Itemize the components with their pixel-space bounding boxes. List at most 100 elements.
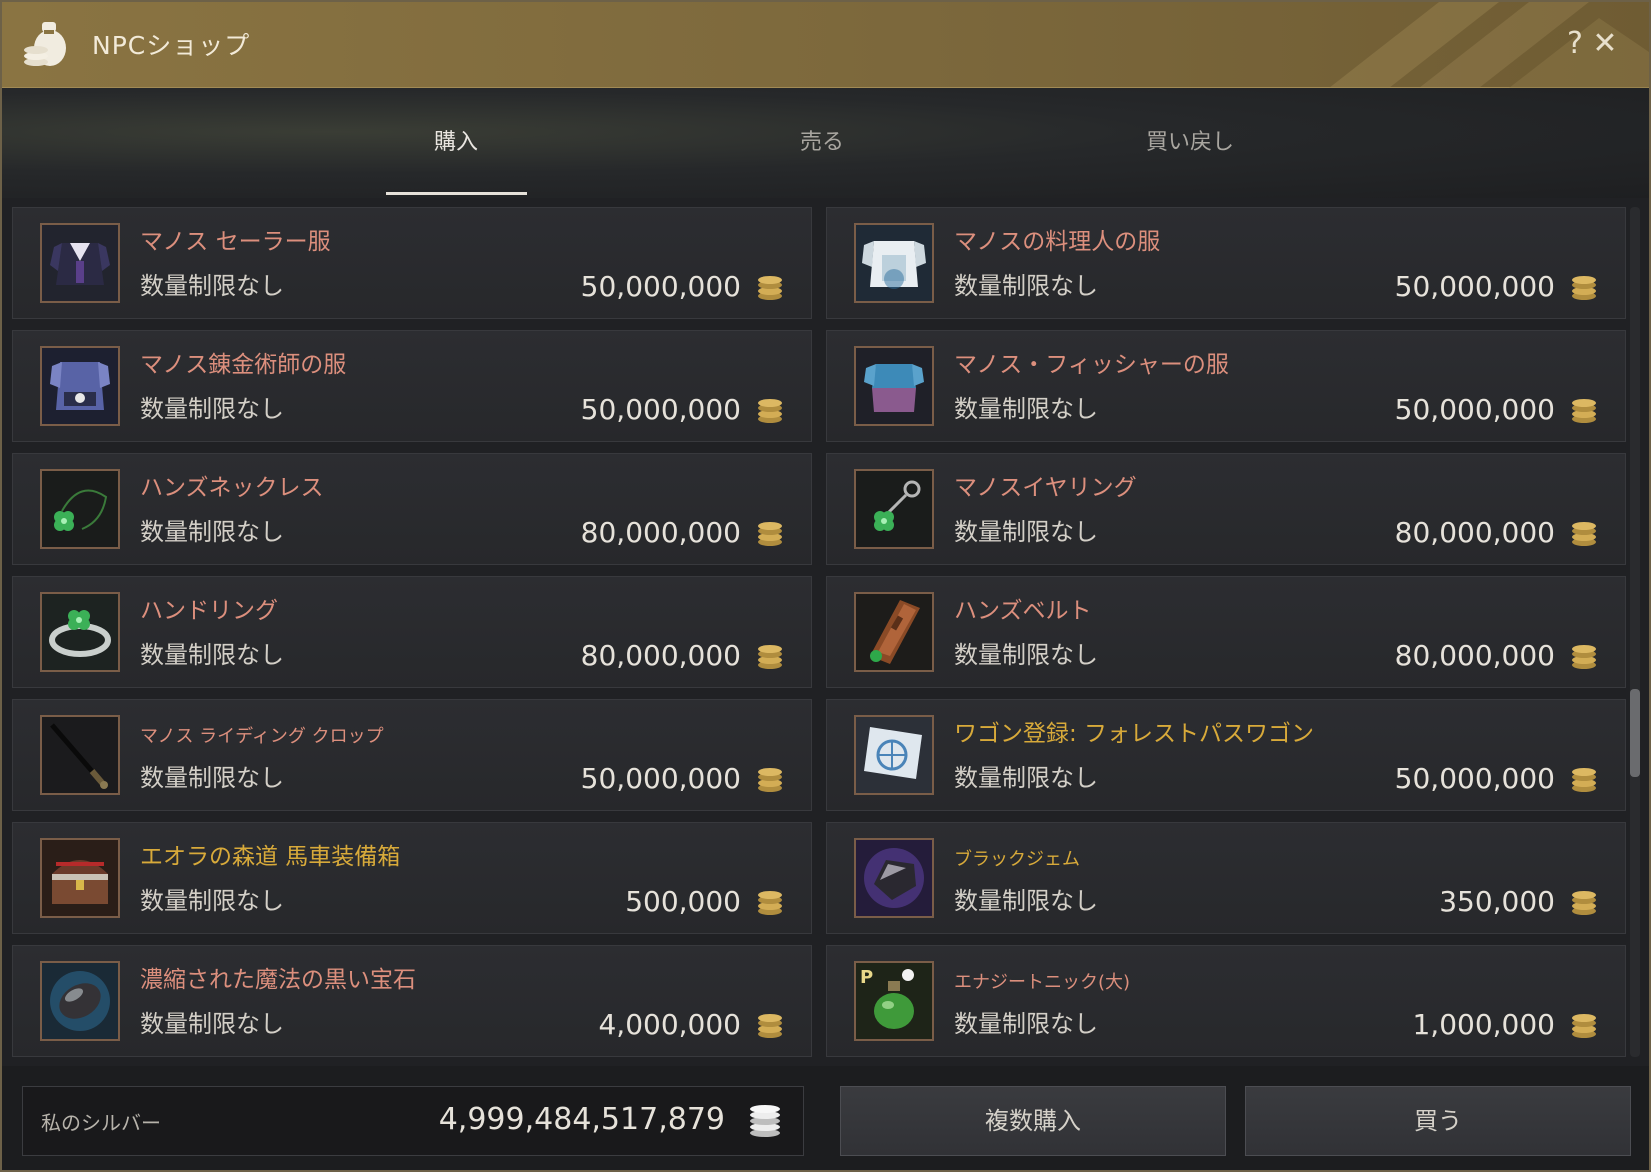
item-limit: 数量制限なし — [140, 395, 284, 423]
item-icon-frame — [40, 715, 120, 795]
item-name: 濃縮された魔法の黒い宝石 — [140, 967, 416, 993]
item-price: 500,000 — [625, 885, 741, 918]
shop-item[interactable]: マノスイヤリング 数量制限なし 80,000,000 — [826, 453, 1626, 565]
item-icon-frame — [40, 346, 120, 426]
my-silver-label: 私のシルバー — [41, 1111, 161, 1135]
item-name: ブラックジェム — [954, 849, 1080, 870]
shop-item[interactable]: ハンズネックレス 数量制限なし 80,000,000 — [12, 453, 812, 565]
sailor-outfit-icon — [42, 225, 118, 301]
cook-outfit-icon — [856, 225, 932, 301]
item-limit: 数量制限なし — [140, 641, 284, 669]
shop-footer: 私のシルバー 4,999,484,517,879 複数購入 買う — [2, 1066, 1649, 1170]
shop-item[interactable]: マノス セーラー服 数量制限なし 50,000,000 — [12, 207, 812, 319]
money-bag-icon — [24, 22, 66, 66]
item-limit: 数量制限なし — [140, 518, 284, 546]
item-name: ハンドリング — [140, 598, 278, 624]
item-name: マノス ライディング クロップ — [140, 726, 384, 747]
shop-item[interactable]: ハンズベルト 数量制限なし 80,000,000 — [826, 576, 1626, 688]
shop-item[interactable]: マノス ライディング クロップ 数量制限なし 50,000,000 — [12, 699, 812, 811]
item-limit: 数量制限なし — [140, 272, 284, 300]
alchemist-outfit-icon — [42, 348, 118, 424]
silver-coin-icon — [758, 891, 782, 915]
tab-bar: 購入 売る 買い戻し — [2, 88, 1649, 198]
item-icon-frame — [40, 469, 120, 549]
silver-coin-icon — [1572, 276, 1596, 300]
fisher-outfit-icon — [856, 348, 932, 424]
concentrated-black-stone-icon — [42, 963, 118, 1039]
shop-item[interactable]: 濃縮された魔法の黒い宝石 数量制限なし 4,000,000 — [12, 945, 812, 1057]
item-limit: 数量制限なし — [954, 272, 1098, 300]
tab-buyback[interactable]: 買い戻し — [1080, 124, 1300, 156]
title-bar[interactable]: NPCショップ ? ✕ — [2, 2, 1649, 88]
item-price: 80,000,000 — [1394, 516, 1555, 549]
silver-coin-icon — [758, 276, 782, 300]
item-limit: 数量制限なし — [954, 518, 1098, 546]
silver-coin-icon — [758, 522, 782, 546]
item-icon-frame: P — [854, 961, 934, 1041]
shop-item[interactable]: マノス・フィッシャーの服 数量制限なし 50,000,000 — [826, 330, 1626, 442]
bulk-buy-button[interactable]: 複数購入 — [840, 1086, 1226, 1156]
riding-crop-icon — [42, 717, 118, 793]
silver-stack-icon — [750, 1105, 780, 1137]
item-limit: 数量制限なし — [140, 1010, 284, 1038]
necklace-icon — [42, 471, 118, 547]
shop-item[interactable]: ブラックジェム 数量制限なし 350,000 — [826, 822, 1626, 934]
ring-icon — [42, 594, 118, 670]
item-name: エナジートニック(大) — [954, 972, 1131, 993]
item-price: 1,000,000 — [1412, 1008, 1555, 1041]
buy-button[interactable]: 買う — [1245, 1086, 1631, 1156]
shop-item[interactable]: ワゴン登録: フォレストパスワゴン 数量制限なし 50,000,000 — [826, 699, 1626, 811]
item-name: エオラの森道 馬車装備箱 — [140, 844, 401, 870]
item-price: 50,000,000 — [580, 270, 741, 303]
silver-coin-icon — [1572, 891, 1596, 915]
item-name: ワゴン登録: フォレストパスワゴン — [954, 721, 1315, 747]
silver-coin-icon — [758, 768, 782, 792]
item-price: 4,000,000 — [598, 1008, 741, 1041]
item-icon-frame — [854, 715, 934, 795]
silver-coin-icon — [1572, 522, 1596, 546]
shop-item[interactable]: エオラの森道 馬車装備箱 数量制限なし 500,000 — [12, 822, 812, 934]
item-name: マノス錬金術師の服 — [140, 352, 347, 378]
item-icon-frame — [40, 592, 120, 672]
item-name: マノスイヤリング — [954, 475, 1137, 501]
silver-coin-icon — [1572, 768, 1596, 792]
item-name: ハンズベルト — [954, 598, 1092, 624]
silver-coin-icon — [758, 645, 782, 669]
item-icon-frame — [40, 961, 120, 1041]
item-icon-frame — [854, 223, 934, 303]
window-title: NPCショップ — [92, 31, 251, 60]
svg-text:P: P — [860, 967, 873, 988]
help-button[interactable]: ? — [1560, 24, 1590, 64]
silver-coin-icon — [1572, 1014, 1596, 1038]
tab-buy[interactable]: 購入 — [346, 124, 566, 156]
belt-icon — [856, 594, 932, 670]
item-icon-frame — [854, 346, 934, 426]
item-name: マノス・フィッシャーの服 — [954, 352, 1229, 378]
item-icon-frame — [40, 838, 120, 918]
item-limit: 数量制限なし — [954, 1010, 1098, 1038]
scrollbar-thumb[interactable] — [1630, 689, 1640, 777]
tab-sell[interactable]: 売る — [712, 124, 932, 156]
shop-item[interactable]: P エナジートニック(大) 数量制限なし 1,000,000 — [826, 945, 1626, 1057]
close-button[interactable]: ✕ — [1590, 24, 1620, 64]
item-icon-frame — [854, 469, 934, 549]
item-price: 50,000,000 — [1394, 270, 1555, 303]
active-tab-indicator — [386, 192, 527, 195]
item-price: 80,000,000 — [1394, 639, 1555, 672]
wagon-license-icon — [856, 717, 932, 793]
item-icon-frame — [854, 592, 934, 672]
item-list: マノス セーラー服 数量制限なし 50,000,000 マノスの料理人の服 数量… — [12, 207, 1626, 1061]
npc-shop-window: NPCショップ ? ✕ 購入 売る 買い戻し マノス セーラー服 数量制限なし … — [0, 0, 1651, 1172]
item-price: 80,000,000 — [580, 639, 741, 672]
shop-item[interactable]: マノス錬金術師の服 数量制限なし 50,000,000 — [12, 330, 812, 442]
energy-tonic-icon: P — [856, 963, 932, 1039]
item-limit: 数量制限なし — [954, 764, 1098, 792]
shop-item[interactable]: マノスの料理人の服 数量制限なし 50,000,000 — [826, 207, 1626, 319]
item-list-scrollbar[interactable] — [1630, 207, 1640, 1057]
silver-coin-icon — [1572, 399, 1596, 423]
black-gem-icon — [856, 840, 932, 916]
item-price: 50,000,000 — [1394, 393, 1555, 426]
earring-icon — [856, 471, 932, 547]
item-limit: 数量制限なし — [954, 395, 1098, 423]
shop-item[interactable]: ハンドリング 数量制限なし 80,000,000 — [12, 576, 812, 688]
